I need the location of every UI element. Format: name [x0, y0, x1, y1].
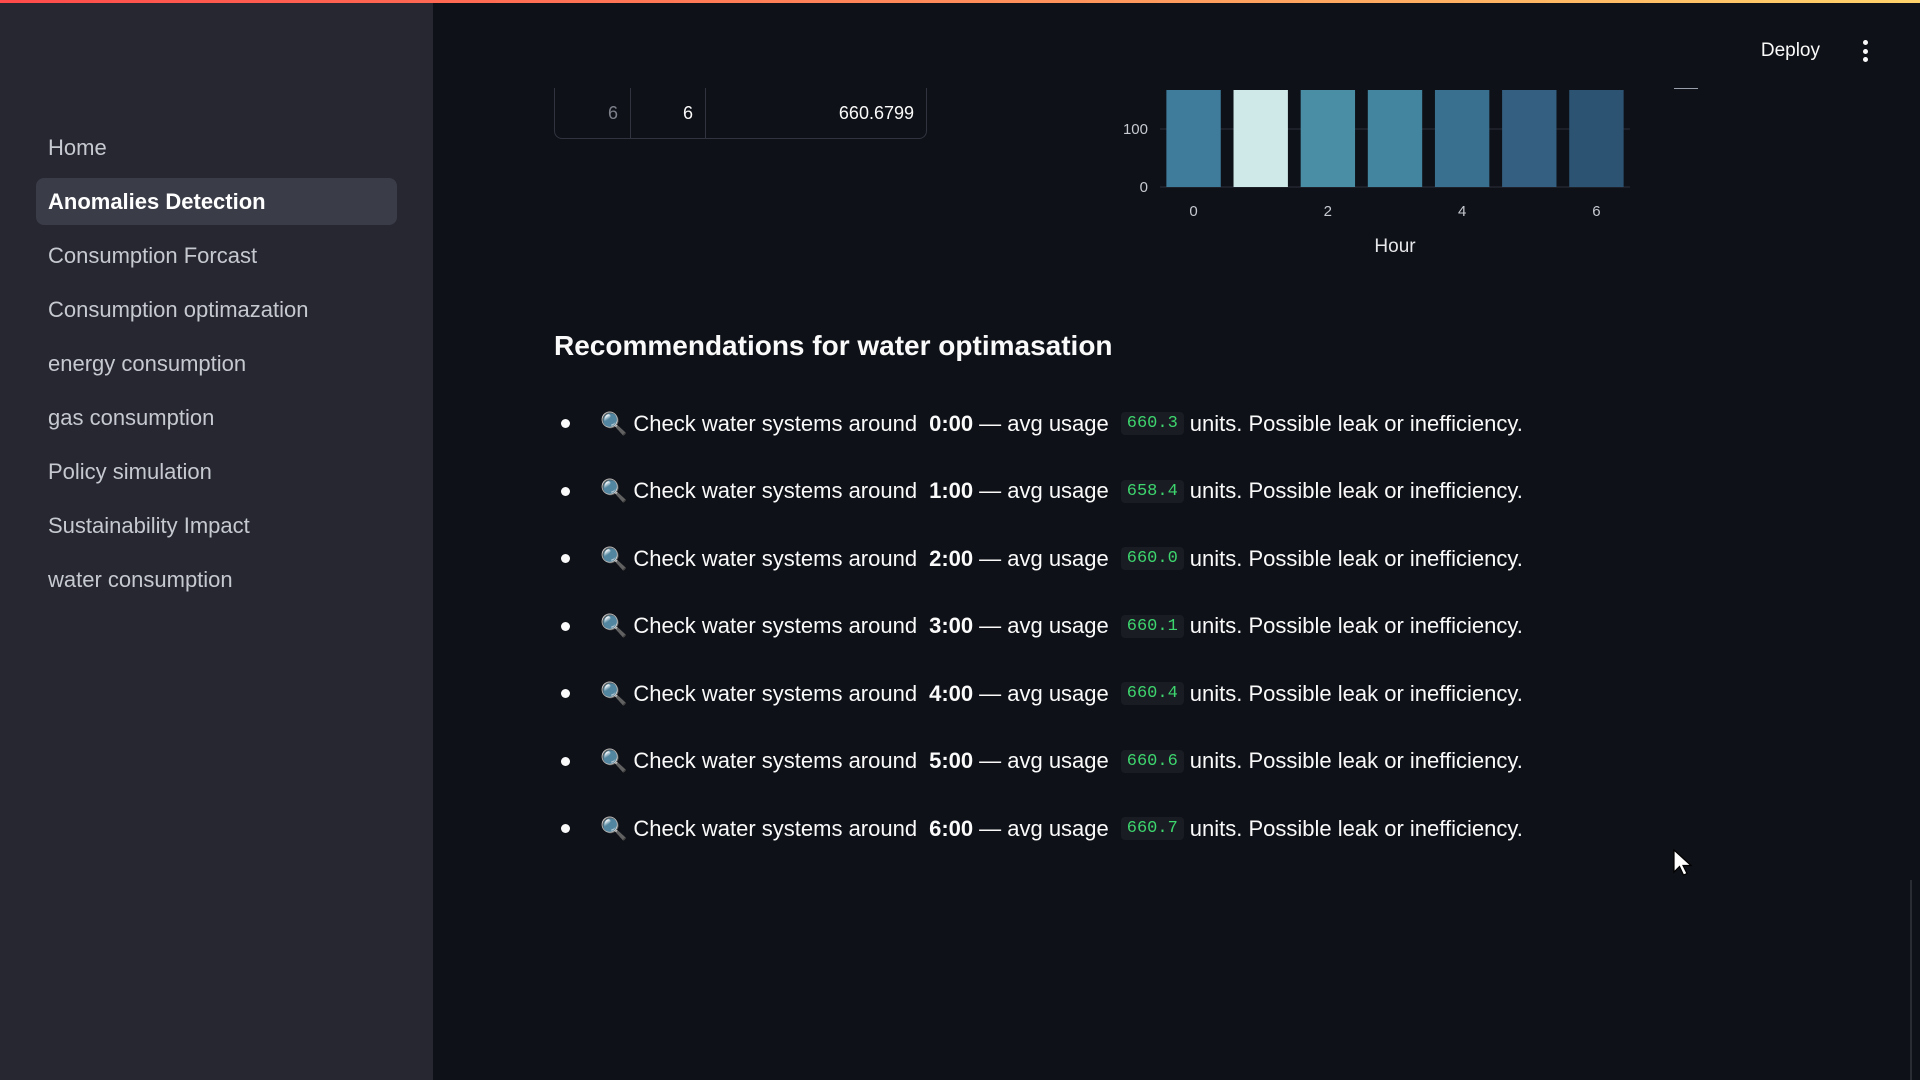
- recommendations-list: 🔍 Check water systems around 0:00— avg usa…: [554, 390, 1523, 863]
- recommendation-mid: — avg usage: [979, 748, 1109, 774]
- recommendation-prefix: Check water systems around: [633, 545, 918, 571]
- mouse-cursor-icon: [1673, 849, 1693, 876]
- recommendation-suffix: units. Possible leak or inefficiency.: [1189, 680, 1523, 706]
- magnifier-icon: 🔍: [600, 680, 628, 706]
- recommendation-mid: — avg usage: [979, 545, 1109, 571]
- top-accent-bar: [0, 0, 1920, 3]
- y-tick-label: 100: [1123, 121, 1148, 138]
- bullet-icon: [561, 689, 570, 699]
- bar-chart[interactable]: 0 100 0 2 4 6 Hour: [1100, 80, 1700, 270]
- recommendation-hour: 6:00: [929, 815, 974, 841]
- x-tick-label: 0: [1189, 203, 1197, 220]
- recommendation-mid: — avg usage: [979, 815, 1109, 841]
- recommendation-prefix: Check water systems around: [633, 748, 918, 774]
- sidebar-item-anomalies-detection[interactable]: Anomalies Detection: [36, 178, 397, 225]
- x-axis-title: Hour: [1374, 236, 1416, 257]
- sidebar-item-consumption-optimazation[interactable]: Consumption optimazation: [36, 286, 397, 333]
- bar[interactable]: [1434, 0, 1490, 187]
- bar[interactable]: [1502, 0, 1557, 187]
- sidebar-item-energy-consumption[interactable]: energy consumption: [36, 340, 397, 387]
- recommendations-title: Recommendations for water optimasation: [554, 330, 1113, 361]
- recommendation-hour: 4:00: [929, 680, 974, 706]
- dataframe-fragment[interactable]: 6 6 660.6799: [554, 88, 927, 139]
- recommendation-hour: 5:00: [929, 748, 974, 774]
- list-item: 🔍 Check water systems around 1:00— avg usa…: [554, 458, 1523, 526]
- deploy-button[interactable]: Deploy: [1761, 40, 1820, 62]
- sidebar-item-consumption-forcast[interactable]: Consumption Forcast: [36, 232, 397, 279]
- x-tick-label: 6: [1592, 203, 1600, 220]
- magnifier-icon: 🔍: [600, 613, 628, 639]
- recommendation-value: 660.4: [1120, 682, 1184, 706]
- recommendation-value: 660.0: [1120, 547, 1184, 571]
- bar[interactable]: [1367, 0, 1423, 187]
- bullet-icon: [561, 419, 570, 429]
- sidebar: Home Anomalies Detection Consumption For…: [0, 0, 433, 1080]
- magnifier-icon: 🔍: [600, 748, 628, 774]
- y-tick-label: 0: [1140, 179, 1148, 196]
- bullet-icon: [561, 554, 570, 564]
- recommendation-value: 660.3: [1120, 412, 1184, 436]
- table-row-index: 6: [555, 88, 631, 138]
- recommendation-hour: 2:00: [929, 545, 974, 571]
- recommendation-prefix: Check water systems around: [633, 613, 918, 639]
- bullet-icon: [561, 621, 570, 631]
- bar[interactable]: [1569, 0, 1624, 187]
- recommendation-suffix: units. Possible leak or inefficiency.: [1189, 748, 1523, 774]
- bullet-icon: [561, 486, 570, 496]
- recommendation-suffix: units. Possible leak or inefficiency.: [1189, 815, 1523, 841]
- x-tick-label: 2: [1324, 203, 1332, 220]
- magnifier-icon: 🔍: [600, 410, 628, 436]
- x-tick-label: 4: [1458, 203, 1466, 220]
- list-item: 🔍 Check water systems around 6:00— avg usa…: [554, 795, 1523, 863]
- recommendation-value: 660.7: [1120, 817, 1184, 841]
- recommendation-mid: — avg usage: [979, 478, 1109, 504]
- sidebar-item-home[interactable]: Home: [36, 124, 397, 171]
- table-cell-value: 660.6799: [838, 102, 914, 123]
- sidebar-item-water-consumption[interactable]: water consumption: [36, 556, 397, 603]
- header-actions: Deploy: [1761, 38, 1876, 64]
- recommendation-suffix: units. Possible leak or inefficiency.: [1189, 545, 1523, 571]
- recommendation-mid: — avg usage: [979, 680, 1109, 706]
- list-item: 🔍 Check water systems around 2:00— avg usa…: [554, 525, 1523, 593]
- bullet-icon: [561, 756, 570, 766]
- bar[interactable]: [1300, 0, 1356, 187]
- recommendation-mid: — avg usage: [979, 613, 1109, 639]
- recommendation-prefix: Check water systems around: [633, 478, 918, 504]
- recommendation-mid: — avg usage: [979, 410, 1109, 436]
- bar[interactable]: [1166, 0, 1221, 187]
- recommendation-hour: 3:00: [929, 613, 974, 639]
- legend-fragment: [1674, 88, 1698, 89]
- recommendation-prefix: Check water systems around: [633, 410, 918, 436]
- bar[interactable]: [1233, 0, 1288, 187]
- sidebar-item-sustainability-impact[interactable]: Sustainability Impact: [36, 502, 397, 549]
- list-item: 🔍 Check water systems around 0:00— avg usa…: [554, 390, 1523, 458]
- scrollbar-track[interactable]: [1910, 880, 1912, 1080]
- magnifier-icon: 🔍: [600, 545, 628, 571]
- recommendation-value: 660.6: [1120, 749, 1184, 773]
- bar-chart-svg: 0 100 0 2 4 6 Hour: [1123, 90, 1630, 257]
- recommendation-value: 658.4: [1120, 479, 1184, 503]
- recommendation-suffix: units. Possible leak or inefficiency.: [1189, 613, 1523, 639]
- recommendation-prefix: Check water systems around: [633, 680, 918, 706]
- list-item: 🔍 Check water systems around 4:00— avg usa…: [554, 660, 1523, 728]
- sidebar-item-policy-simulation[interactable]: Policy simulation: [36, 448, 397, 495]
- magnifier-icon: 🔍: [600, 478, 628, 504]
- bullet-icon: [561, 824, 570, 834]
- sidebar-item-gas-consumption[interactable]: gas consumption: [36, 394, 397, 441]
- recommendation-suffix: units. Possible leak or inefficiency.: [1189, 410, 1523, 436]
- sidebar-nav: Home Anomalies Detection Consumption For…: [36, 124, 397, 610]
- list-item: 🔍 Check water systems around 3:00— avg usa…: [554, 593, 1523, 661]
- recommendation-hour: 0:00: [929, 410, 974, 436]
- recommendation-prefix: Check water systems around: [633, 815, 918, 841]
- kebab-menu-icon[interactable]: [1854, 38, 1876, 64]
- recommendation-value: 660.1: [1120, 614, 1184, 638]
- magnifier-icon: 🔍: [600, 815, 628, 841]
- recommendation-suffix: units. Possible leak or inefficiency.: [1189, 478, 1523, 504]
- list-item: 🔍 Check water systems around 5:00— avg usa…: [554, 728, 1523, 796]
- table-cell-hour: 6: [631, 88, 706, 138]
- recommendation-hour: 1:00: [929, 478, 974, 504]
